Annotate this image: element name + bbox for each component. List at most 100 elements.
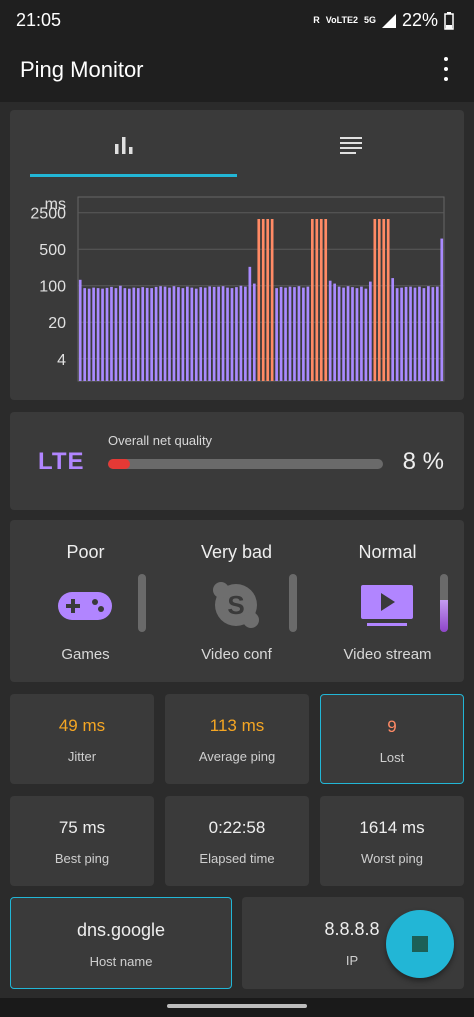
ping-bar bbox=[252, 283, 256, 381]
timeout-bar bbox=[386, 219, 390, 381]
ping-chart: ms2500500100204 bbox=[30, 196, 445, 382]
host-value: dns.google bbox=[76, 920, 166, 940]
ping-bar bbox=[105, 287, 109, 381]
timeout-bar bbox=[266, 219, 270, 381]
ping-bar bbox=[235, 287, 238, 381]
ping-bar bbox=[427, 286, 430, 381]
timeout-bar bbox=[382, 219, 386, 381]
ping-bar bbox=[136, 288, 140, 381]
volte-label: VoLTE2 bbox=[325, 15, 358, 25]
app-level-bar bbox=[289, 574, 297, 632]
app-title: Ping Monitor bbox=[20, 57, 144, 82]
quality-bar bbox=[108, 459, 383, 469]
app-video-stream: Normal Video stream bbox=[312, 520, 463, 682]
status-bar: 21:05 R VoLTE2 5G 22% bbox=[0, 0, 474, 40]
ping-bar bbox=[351, 287, 354, 381]
app-level-bar bbox=[138, 574, 146, 632]
host-label: Host name bbox=[89, 954, 153, 969]
skype-icon: S bbox=[213, 582, 259, 628]
ping-bar bbox=[96, 288, 100, 381]
ping-bar bbox=[337, 286, 341, 381]
worst-ping-card: 1614 ms Worst ping bbox=[320, 796, 464, 886]
jitter-card: 49 ms Jitter bbox=[10, 694, 154, 784]
ping-bar bbox=[413, 287, 417, 381]
ping-bar bbox=[346, 286, 350, 381]
ping-bar bbox=[154, 286, 158, 381]
ping-bar bbox=[168, 287, 171, 381]
ping-bar bbox=[217, 286, 220, 381]
ping-bar bbox=[83, 288, 87, 381]
best-ping-value: 75 ms bbox=[58, 818, 106, 837]
ping-bar bbox=[101, 288, 104, 381]
worst-ping-value: 1614 ms bbox=[359, 818, 425, 837]
timeout-bar bbox=[270, 219, 274, 381]
ping-bar bbox=[355, 288, 359, 381]
ping-bar bbox=[297, 286, 301, 381]
bar-chart-icon bbox=[114, 137, 132, 154]
timeout-bar bbox=[257, 219, 261, 381]
lost-card[interactable]: 9 Lost bbox=[320, 694, 464, 784]
ping-bar bbox=[422, 288, 426, 381]
ping-bar bbox=[221, 286, 225, 381]
quality-caption: Overall net quality bbox=[108, 433, 213, 448]
ping-bar bbox=[159, 286, 162, 381]
ping-bar bbox=[127, 288, 131, 381]
host-card[interactable]: dns.google Host name bbox=[10, 897, 232, 989]
ping-bar bbox=[163, 286, 167, 381]
ping-bar bbox=[409, 286, 412, 381]
average-ping-card: 113 ms Average ping bbox=[165, 694, 309, 784]
app-name: Games bbox=[61, 646, 110, 663]
ping-bar bbox=[78, 279, 82, 381]
ping-bar bbox=[119, 285, 122, 381]
navigation-bar bbox=[0, 998, 474, 1017]
ping-bar bbox=[132, 287, 136, 381]
ping-bar bbox=[284, 287, 287, 381]
average-ping-label: Average ping bbox=[198, 749, 276, 764]
best-ping-label: Best ping bbox=[54, 851, 110, 866]
signal-icon bbox=[381, 13, 396, 28]
ping-bar bbox=[212, 286, 216, 381]
ping-bar bbox=[172, 286, 176, 381]
battery-icon bbox=[444, 11, 454, 30]
ping-bar bbox=[190, 287, 194, 381]
ping-bar bbox=[110, 286, 113, 381]
tab-log[interactable] bbox=[237, 110, 464, 180]
ping-bar bbox=[87, 288, 91, 381]
elapsed-time-label: Elapsed time bbox=[199, 851, 275, 866]
average-ping-value: 113 ms bbox=[209, 716, 265, 735]
ping-bar bbox=[230, 288, 234, 381]
ping-bar bbox=[145, 287, 149, 381]
battery-level: 22% bbox=[401, 10, 438, 30]
ping-bar bbox=[123, 288, 127, 381]
tab-chart[interactable] bbox=[10, 110, 237, 180]
elapsed-time-card: 0:22:58 Elapsed time bbox=[165, 796, 309, 886]
ping-bar bbox=[342, 287, 345, 381]
app-name: Video stream bbox=[343, 646, 432, 663]
quality-bar-fill bbox=[108, 459, 130, 469]
stop-button[interactable] bbox=[386, 910, 454, 978]
5g-label: 5G bbox=[363, 15, 376, 25]
timeout-bar bbox=[310, 219, 314, 381]
quality-percent: 8 % bbox=[402, 448, 444, 475]
app-status: Normal bbox=[358, 542, 417, 562]
more-options-icon[interactable] bbox=[436, 54, 456, 84]
y-tick-label: 2500 bbox=[30, 206, 66, 223]
app-level-bar bbox=[440, 574, 448, 632]
home-handle[interactable] bbox=[167, 1004, 307, 1008]
timeout-bar bbox=[377, 219, 381, 381]
app-games: Poor Games bbox=[10, 520, 161, 682]
ping-bar bbox=[440, 238, 444, 381]
ping-bar bbox=[150, 288, 153, 381]
jitter-label: Jitter bbox=[67, 749, 97, 764]
lost-label: Lost bbox=[379, 750, 405, 765]
jitter-value: 49 ms bbox=[58, 716, 106, 735]
ping-bar bbox=[275, 288, 278, 381]
ping-bar bbox=[92, 287, 95, 381]
chart-card: ms 2500 500 100 20 4 bbox=[10, 110, 464, 400]
svg-text:S: S bbox=[227, 590, 244, 620]
app-bar: Ping Monitor bbox=[0, 40, 474, 102]
lost-value: 9 bbox=[387, 717, 397, 736]
y-tick-label: 4 bbox=[57, 352, 66, 369]
ping-bar bbox=[226, 287, 229, 381]
timeout-bar bbox=[324, 219, 328, 381]
